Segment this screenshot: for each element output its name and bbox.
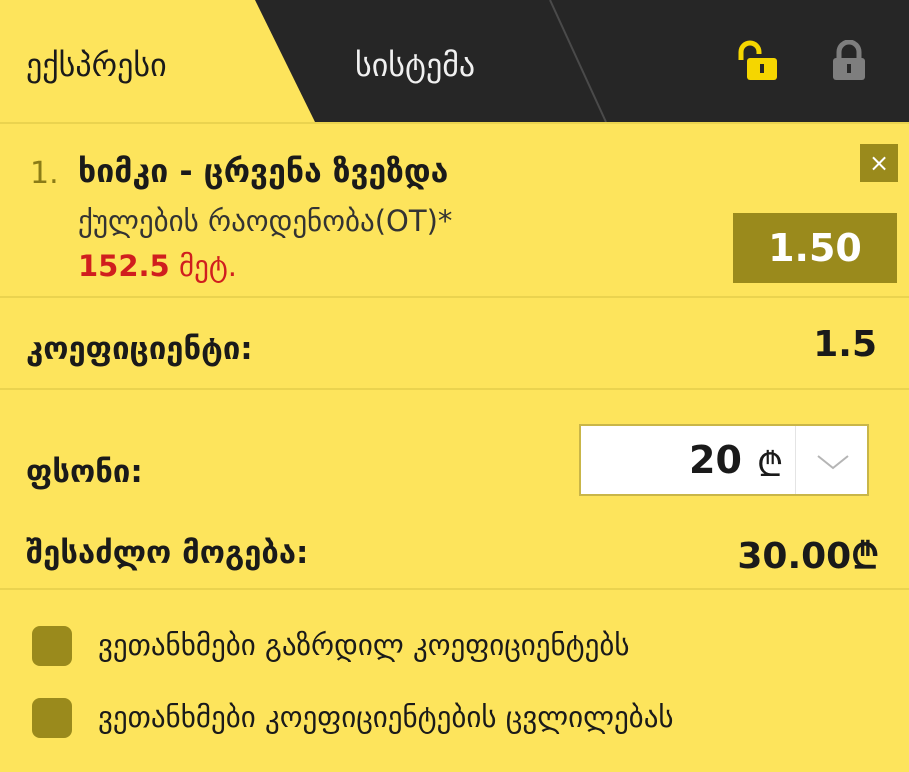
stake-value: 20 <box>689 438 742 482</box>
close-icon[interactable]: × <box>860 144 898 182</box>
coefficient-label: კოეფიციენტი: <box>26 331 253 367</box>
accept-odds-change-label: ვეთანხმები კოეფიციენტების ცვლილებას <box>98 700 674 734</box>
odd-button[interactable]: 1.50 <box>733 213 897 283</box>
accept-increased-odds-label: ვეთანხმები გაზრდილ კოეფიციენტებს <box>98 628 630 662</box>
bet-type-tabs: ექსპრესი სისტემა <box>0 0 909 122</box>
lock-icon[interactable] <box>829 40 869 82</box>
tab-system[interactable]: სისტემა <box>355 46 475 84</box>
tab-divider <box>549 0 607 122</box>
stake-section: ფსონი: 20 ₾ შესაძლო მოგება: 30.00₾ <box>0 390 909 590</box>
possible-win-value: 30.00₾ <box>737 536 879 577</box>
selection: 152.5 მეტ. <box>78 249 237 283</box>
options: ვეთანხმები გაზრდილ კოეფიციენტებს ვეთანხმ… <box>0 590 909 772</box>
chevron-down-icon[interactable] <box>795 426 870 494</box>
selection-value: 152.5 <box>78 249 170 283</box>
stake-label: ფსონი: <box>26 454 143 490</box>
accept-increased-odds-checkbox[interactable] <box>32 626 72 666</box>
unlock-icon[interactable] <box>735 40 777 82</box>
accept-odds-change-checkbox[interactable] <box>32 698 72 738</box>
possible-win-label: შესაძლო მოგება: <box>26 535 309 571</box>
bet-number: 1. <box>30 156 59 191</box>
selection-unit: მეტ. <box>178 249 238 283</box>
market-name: ქულების რაოდენობა(OT)* <box>78 204 453 238</box>
currency-icon: ₾ <box>757 445 784 485</box>
bet-item: 1. ხიმკი - ცრვენა ზვეზდა ქულების რაოდენო… <box>0 122 909 298</box>
stake-select[interactable]: 20 ₾ <box>579 424 869 496</box>
coefficient-row: კოეფიციენტი: 1.5 <box>0 298 909 390</box>
tab-express[interactable]: ექსპრესი <box>26 46 167 84</box>
coefficient-value: 1.5 <box>813 324 877 365</box>
match-title: ხიმკი - ცრვენა ზვეზდა <box>78 152 449 190</box>
